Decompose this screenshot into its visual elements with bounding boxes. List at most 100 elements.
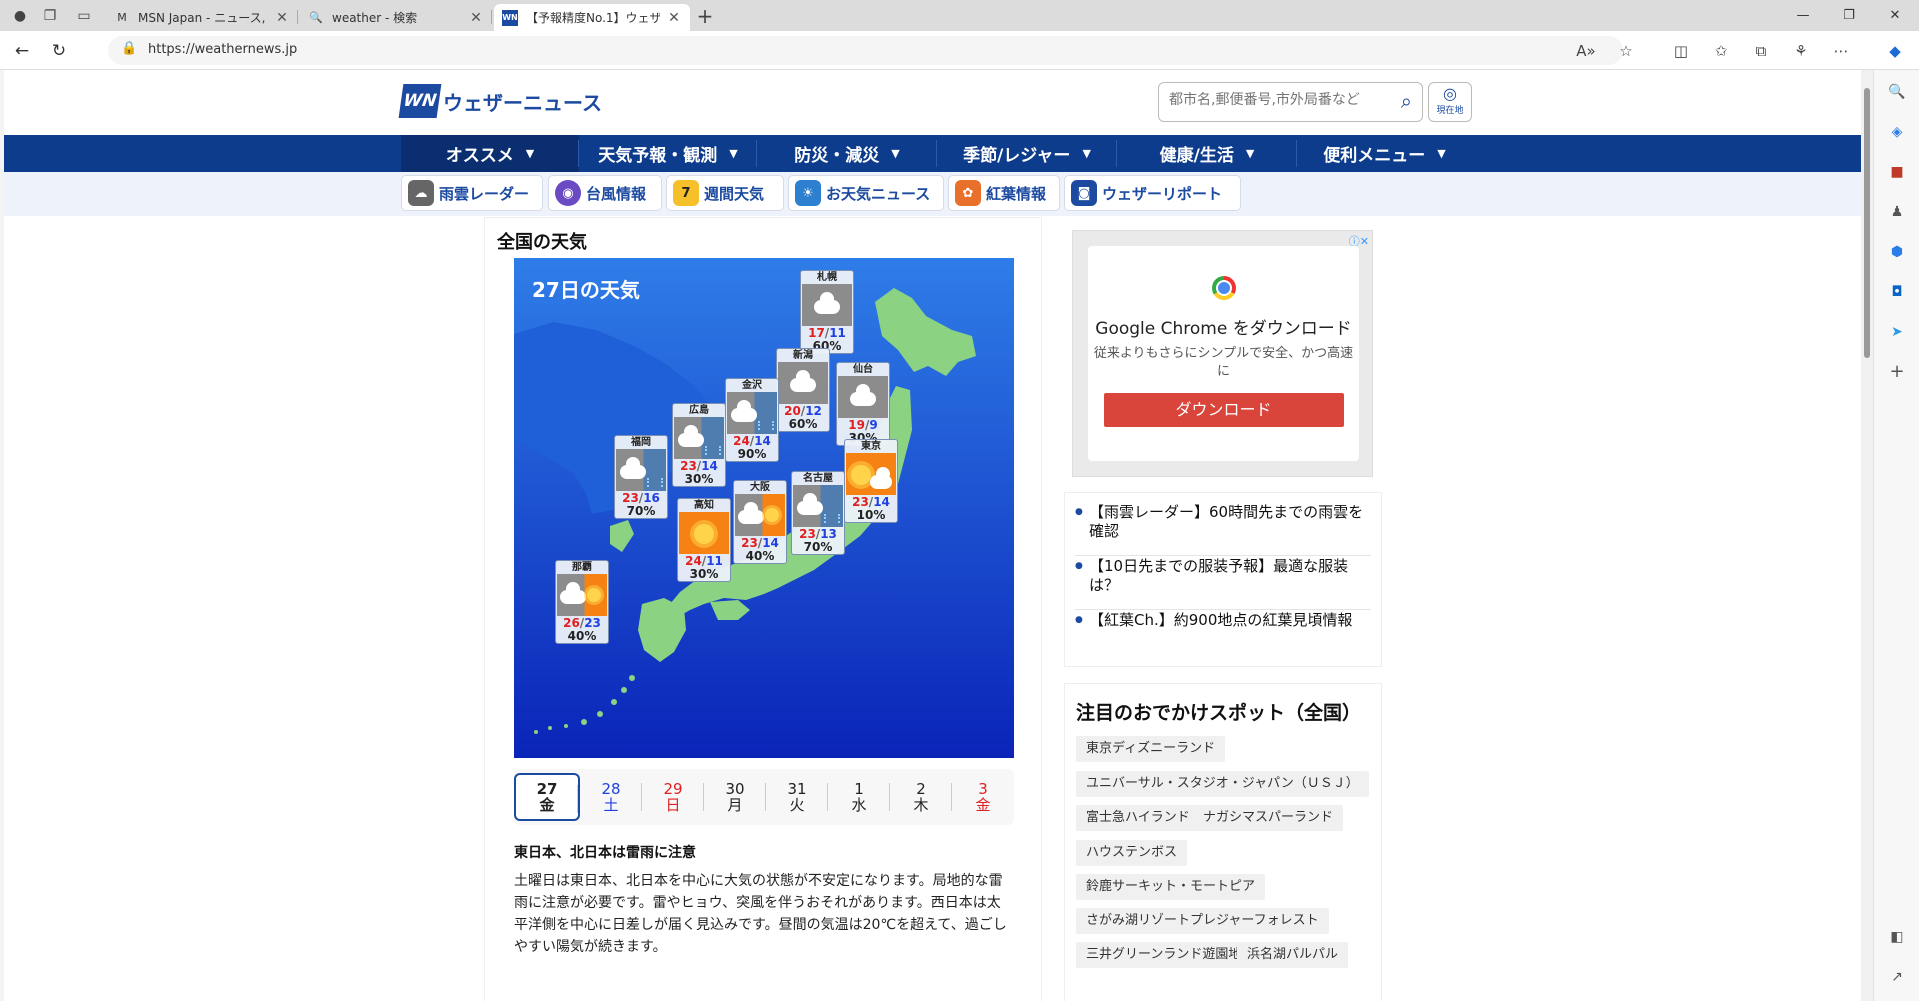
temp-low: 11 bbox=[706, 554, 723, 568]
spot-tag[interactable]: ナガシマスパーランド bbox=[1193, 805, 1344, 831]
city-weather-niigata[interactable]: 新潟 20/12 60% bbox=[776, 348, 830, 432]
city-weather-kanazawa[interactable]: 金沢 24/14 90% bbox=[725, 378, 779, 462]
external-link-icon[interactable]: ↗ bbox=[1885, 965, 1909, 989]
collections-icon[interactable]: ⧉ bbox=[1749, 39, 1773, 63]
shortcut-news[interactable]: ☀ お天気ニュース bbox=[788, 175, 944, 211]
outlook-icon[interactable]: ◘ bbox=[1885, 280, 1909, 304]
link-autumn-leaves[interactable]: 【紅葉Ch.】約900地点の紅葉見頃情報 bbox=[1075, 611, 1371, 630]
city-weather-tokyo[interactable]: 東京 23/14 10% bbox=[844, 439, 898, 523]
refresh-icon[interactable]: ↻ bbox=[47, 39, 71, 63]
close-tab-icon[interactable]: ✕ bbox=[468, 10, 484, 26]
day-tab[interactable]: 28 土 bbox=[580, 773, 642, 821]
link-rain-radar[interactable]: 【雨雲レーダー】60時間先までの雨雲を確認 bbox=[1075, 503, 1371, 556]
spot-tag[interactable]: 富士急ハイランド bbox=[1076, 805, 1200, 831]
read-aloud-icon[interactable]: A» bbox=[1574, 39, 1598, 63]
day-tab[interactable]: 1水 bbox=[828, 773, 890, 821]
close-window-icon[interactable]: ✕ bbox=[1872, 0, 1918, 31]
day-tab[interactable]: 30 月 bbox=[704, 773, 766, 821]
games-icon[interactable]: ♟ bbox=[1885, 200, 1909, 224]
close-tab-icon[interactable]: ✕ bbox=[274, 10, 290, 26]
current-location-button[interactable]: ◎ 現在地 bbox=[1428, 82, 1472, 122]
tools-briefcase-icon[interactable]: ■ bbox=[1885, 160, 1909, 184]
scrollbar-thumb[interactable] bbox=[1864, 88, 1870, 358]
profile-icon[interactable]: ● bbox=[10, 6, 30, 26]
spot-tag[interactable]: 東京ディズニーランド bbox=[1076, 736, 1226, 762]
city-weather-naha[interactable]: 那覇 26/23 40% bbox=[555, 560, 609, 644]
nav-season[interactable]: 季節/レジャー ▼ bbox=[937, 135, 1117, 172]
nav-useful-menu[interactable]: 便利メニュー ▼ bbox=[1297, 135, 1472, 172]
workspaces-icon[interactable]: ❐ bbox=[40, 6, 60, 26]
vertical-scrollbar[interactable] bbox=[1861, 70, 1873, 1001]
favorites-icon[interactable]: ✩ bbox=[1709, 39, 1733, 63]
tab-bing-search[interactable]: 🔍 weather - 検索 ✕ bbox=[300, 4, 492, 31]
ad-download-button[interactable]: ダウンロード bbox=[1103, 393, 1344, 427]
address-bar-row: ← ↻ 🔒 https://weathernews.jp A» ☆ ◫ ✩ ⧉ … bbox=[0, 31, 1919, 70]
search-input[interactable] bbox=[1169, 92, 1379, 108]
close-tab-icon[interactable]: ✕ bbox=[666, 10, 682, 26]
spot-tag[interactable]: 鈴鹿サーキット・モートピア bbox=[1076, 874, 1266, 900]
city-name: 金沢 bbox=[742, 380, 762, 391]
ad-subtitle: 従来よりもさらにシンプルで安全、かつ高速に bbox=[1093, 346, 1354, 379]
spot-tag[interactable]: さがみ湖リゾートプレジャーフォレスト bbox=[1076, 908, 1329, 934]
city-weather-kochi[interactable]: 高知 24/11 30% bbox=[677, 498, 731, 582]
city-weather-nagoya[interactable]: 名古屋 23/13 70% bbox=[791, 471, 845, 555]
search-icon[interactable]: ⌕ bbox=[1401, 89, 1412, 113]
spot-tag[interactable]: ユニバーサル・スタジオ・ジャパン（ＵＳＪ） bbox=[1076, 771, 1369, 797]
city-weather-fukuoka[interactable]: 福岡 23/16 70% bbox=[614, 435, 668, 519]
tab-title: 【予報精度No.1】ウェザーニュース - 天 bbox=[526, 11, 660, 25]
lock-icon[interactable]: 🔒 bbox=[121, 41, 137, 56]
add-sidebar-app-icon[interactable]: + bbox=[1885, 360, 1909, 384]
sidebar-panel-icon[interactable]: ◧ bbox=[1885, 925, 1909, 949]
office-icon[interactable]: ⬢ bbox=[1885, 240, 1909, 264]
search-icon[interactable]: 🔍 bbox=[1885, 80, 1909, 104]
tab-msn[interactable]: M MSN Japan - ニュース, 天気, メール (Outl ✕ bbox=[106, 4, 298, 31]
shortcut-autumn-leaves[interactable]: ✿ 紅葉情報 bbox=[948, 175, 1060, 211]
city-weather-hiroshima[interactable]: 広島 23/14 30% bbox=[672, 403, 726, 487]
cloud-sun-icon bbox=[557, 574, 607, 616]
nav-osusume[interactable]: オススメ ▼ bbox=[401, 135, 579, 172]
shortcut-rain-radar[interactable]: ☁ 雨雲レーダー bbox=[401, 175, 543, 211]
minimize-icon[interactable]: — bbox=[1780, 0, 1826, 31]
copilot-icon[interactable]: ◆ bbox=[1883, 39, 1907, 63]
city-weather-sapporo[interactable]: 札幌 17/11 60% bbox=[800, 270, 854, 354]
location-label: 現在地 bbox=[1436, 106, 1464, 116]
city-name: 大阪 bbox=[750, 482, 770, 493]
nav-health[interactable]: 健康/生活 ▼ bbox=[1117, 135, 1297, 172]
shortcut-weekly[interactable]: 7 週間天気 bbox=[666, 175, 784, 211]
city-weather-sendai[interactable]: 仙台 19/9 30% bbox=[836, 362, 890, 446]
weathernews-icon: WN bbox=[502, 9, 518, 26]
japan-weather-map[interactable]: 27日の天気 札幌 17/11 60% 新潟 20/12 60% 仙台 19/9 30% 金… bbox=[514, 258, 1014, 758]
temp-high: 23 bbox=[622, 491, 639, 505]
spot-tag[interactable]: 三井グリーンランド遊園地 bbox=[1076, 942, 1252, 968]
day-tab[interactable]: 2木 bbox=[890, 773, 952, 821]
spot-tag[interactable]: 浜名湖パルパル bbox=[1237, 942, 1349, 968]
ad-banner[interactable]: ⓘ✕ Google Chrome をダウンロード 従来よりもさらにシンプルで安全… bbox=[1072, 230, 1373, 477]
link-clothing-forecast[interactable]: 【10日先までの服装予報】最適な服装は？ bbox=[1075, 557, 1371, 610]
nav-disaster[interactable]: 防災・減災 ▼ bbox=[757, 135, 937, 172]
city-name: 名古屋 bbox=[803, 473, 833, 484]
extensions-icon[interactable]: ⚘ bbox=[1789, 39, 1813, 63]
tab-actions-icon[interactable]: ▭ bbox=[74, 6, 94, 26]
spot-tag[interactable]: ハウステンボス bbox=[1076, 840, 1188, 866]
day-tab[interactable]: 3金 bbox=[952, 773, 1014, 821]
back-icon[interactable]: ← bbox=[10, 39, 34, 63]
url-field[interactable]: 🔒 https://weathernews.jp bbox=[108, 36, 1623, 65]
tab-weathernews[interactable]: WN 【予報精度No.1】ウェザーニュース - 天 ✕ bbox=[494, 4, 690, 31]
new-tab-icon[interactable]: + bbox=[695, 6, 715, 26]
drop-icon[interactable]: ➤ bbox=[1885, 320, 1909, 344]
site-logo[interactable]: WN ウェザーニュース bbox=[398, 83, 602, 119]
split-screen-icon[interactable]: ◫ bbox=[1669, 39, 1693, 63]
more-menu-icon[interactable]: ⋯ bbox=[1829, 39, 1853, 63]
favorite-star-icon[interactable]: ☆ bbox=[1614, 39, 1638, 63]
day-tab[interactable]: 31 火 bbox=[766, 773, 828, 821]
day-tab[interactable]: 29 日 bbox=[642, 773, 704, 821]
city-weather-osaka[interactable]: 大阪 23/14 40% bbox=[733, 480, 787, 564]
temp-high: 24 bbox=[685, 554, 702, 568]
shopping-tag-icon[interactable]: ◈ bbox=[1885, 120, 1909, 144]
shortcut-weather-report[interactable]: ◙ ウェザーリポート bbox=[1064, 175, 1241, 211]
nav-forecast[interactable]: 天気予報・観測 ▼ bbox=[579, 135, 757, 172]
shortcut-typhoon[interactable]: ◉ 台風情報 bbox=[548, 175, 662, 211]
restore-icon[interactable]: ❐ bbox=[1826, 0, 1872, 31]
day-tab[interactable]: 27 金 bbox=[514, 773, 580, 821]
news-icon: ☀ bbox=[795, 180, 821, 206]
